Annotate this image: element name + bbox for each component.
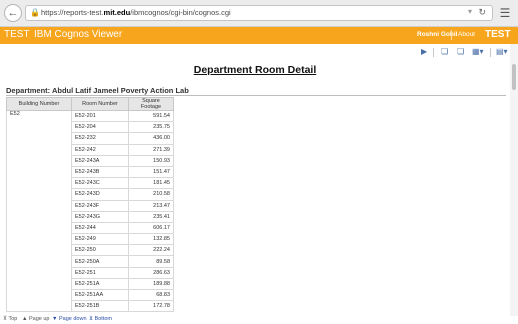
room-number-cell: E52-232 xyxy=(71,132,129,145)
back-arrow-icon[interactable]: ← xyxy=(4,4,22,22)
room-number-cell: E52-251A xyxy=(71,277,129,291)
table-row: E52 E52-201 591.54 xyxy=(6,109,174,313)
page-down-link[interactable]: ▼ Page down xyxy=(52,316,87,322)
room-number-cell: E52-244 xyxy=(71,221,129,235)
toolbar-divider xyxy=(490,48,491,57)
square-footage-cell: 189.88 xyxy=(128,277,174,291)
about-link[interactable]: About xyxy=(458,31,475,38)
room-number-cell: E52-243G xyxy=(71,210,129,223)
room-number-cell: E52-251B xyxy=(71,300,129,313)
square-footage-cell: 151.47 xyxy=(128,165,174,179)
room-number-cell: E52-243B xyxy=(71,165,129,179)
env-label: TEST xyxy=(4,29,30,40)
hamburger-menu-icon[interactable]: ☰ xyxy=(498,6,512,20)
square-footage-cell: 89.58 xyxy=(128,255,174,268)
vertical-scrollbar[interactable] xyxy=(510,44,518,316)
env-label-right: TEST xyxy=(485,29,511,40)
room-number-cell: E52-242 xyxy=(71,143,129,156)
column-header-sqft: Square Footage xyxy=(128,97,174,111)
run-icon[interactable]: ▶ xyxy=(421,47,427,57)
square-footage-cell: 235.75 xyxy=(128,121,174,134)
room-number-cell: E52-251AA xyxy=(71,288,129,302)
room-number-cell: E52-243A xyxy=(71,154,129,167)
address-bar[interactable]: 🔒 https://reports-test.mit.edu/ibmcognos… xyxy=(25,5,493,21)
more-actions-icon[interactable]: ▤▾ xyxy=(496,47,508,57)
room-table: Building Number Room Number Square Foota… xyxy=(6,97,174,313)
view-format-icon[interactable]: ▦▾ xyxy=(472,47,484,57)
room-number-cell: E52-250A xyxy=(71,255,129,268)
reload-icon[interactable]: ↻ xyxy=(478,7,486,18)
lock-icon: 🔒 xyxy=(30,8,40,17)
report-toolbar: ▶ ❏ ❏ ▦▾ ▤▾ xyxy=(0,44,510,60)
url-text: https://reports-test.mit.edu/ibmcognos/c… xyxy=(41,8,231,17)
square-footage-cell: 436.00 xyxy=(128,132,174,145)
table-body: E52 E52-201 591.54 E52-204 235.75 E52-232 436.… xyxy=(6,109,174,313)
add-to-bookmarks-icon[interactable]: ❏ xyxy=(457,47,464,57)
room-number-cell: E52-243D xyxy=(71,188,129,201)
square-footage-cell: 132.85 xyxy=(128,233,174,246)
scrollbar-thumb[interactable] xyxy=(512,64,516,90)
room-number-cell: E52-243F xyxy=(71,199,129,212)
building-number-cell: E52 xyxy=(6,109,72,313)
square-footage-cell: 213.47 xyxy=(128,199,174,212)
square-footage-cell: 150.93 xyxy=(128,154,174,167)
square-footage-cell: 181.45 xyxy=(128,177,174,190)
toolbar-divider xyxy=(433,48,434,57)
square-footage-cell: 68.83 xyxy=(128,288,174,302)
page-up-link[interactable]: ▲ Page up xyxy=(22,316,49,322)
square-footage-cell: 222.24 xyxy=(128,244,174,257)
header-divider xyxy=(451,30,452,40)
square-footage-cell: 172.78 xyxy=(128,300,174,313)
top-link[interactable]: ⊼ Top xyxy=(3,316,17,322)
square-footage-cell: 210.58 xyxy=(128,188,174,201)
page-navigation: ⊼ Top ▲ Page up ▼ Page down ⊻ Bottom xyxy=(0,316,518,324)
square-footage-cell: 606.17 xyxy=(128,221,174,235)
column-header-room: Room Number xyxy=(71,97,129,111)
heading-divider xyxy=(6,95,506,96)
room-number-cell: E52-250 xyxy=(71,244,129,257)
room-number-cell: E52-249 xyxy=(71,233,129,246)
room-number-cell: E52-251 xyxy=(71,266,129,279)
browser-toolbar: ← 🔒 https://reports-test.mit.edu/ibmcogn… xyxy=(0,0,518,27)
square-footage-cell: 271.39 xyxy=(128,143,174,156)
column-header-building: Building Number xyxy=(6,97,72,111)
keep-version-icon[interactable]: ❏ xyxy=(441,47,448,57)
app-title: IBM Cognos Viewer xyxy=(34,29,123,40)
url-dropdown-icon[interactable]: ▾ xyxy=(468,7,472,16)
report-title: Department Room Detail xyxy=(193,64,317,76)
square-footage-cell: 591.54 xyxy=(128,109,174,123)
square-footage-cell: 286.63 xyxy=(128,266,174,279)
room-number-cell: E52-204 xyxy=(71,121,129,134)
room-number-cell: E52-201 xyxy=(71,109,129,123)
bottom-link[interactable]: ⊻ Bottom xyxy=(89,316,112,322)
department-heading: Department: Abdul Latif Jameel Poverty A… xyxy=(6,86,189,95)
room-number-cell: E52-243C xyxy=(71,177,129,190)
square-footage-cell: 235.41 xyxy=(128,210,174,223)
cognos-header: TEST IBM Cognos Viewer Roshni Gohil Abou… xyxy=(0,27,518,44)
